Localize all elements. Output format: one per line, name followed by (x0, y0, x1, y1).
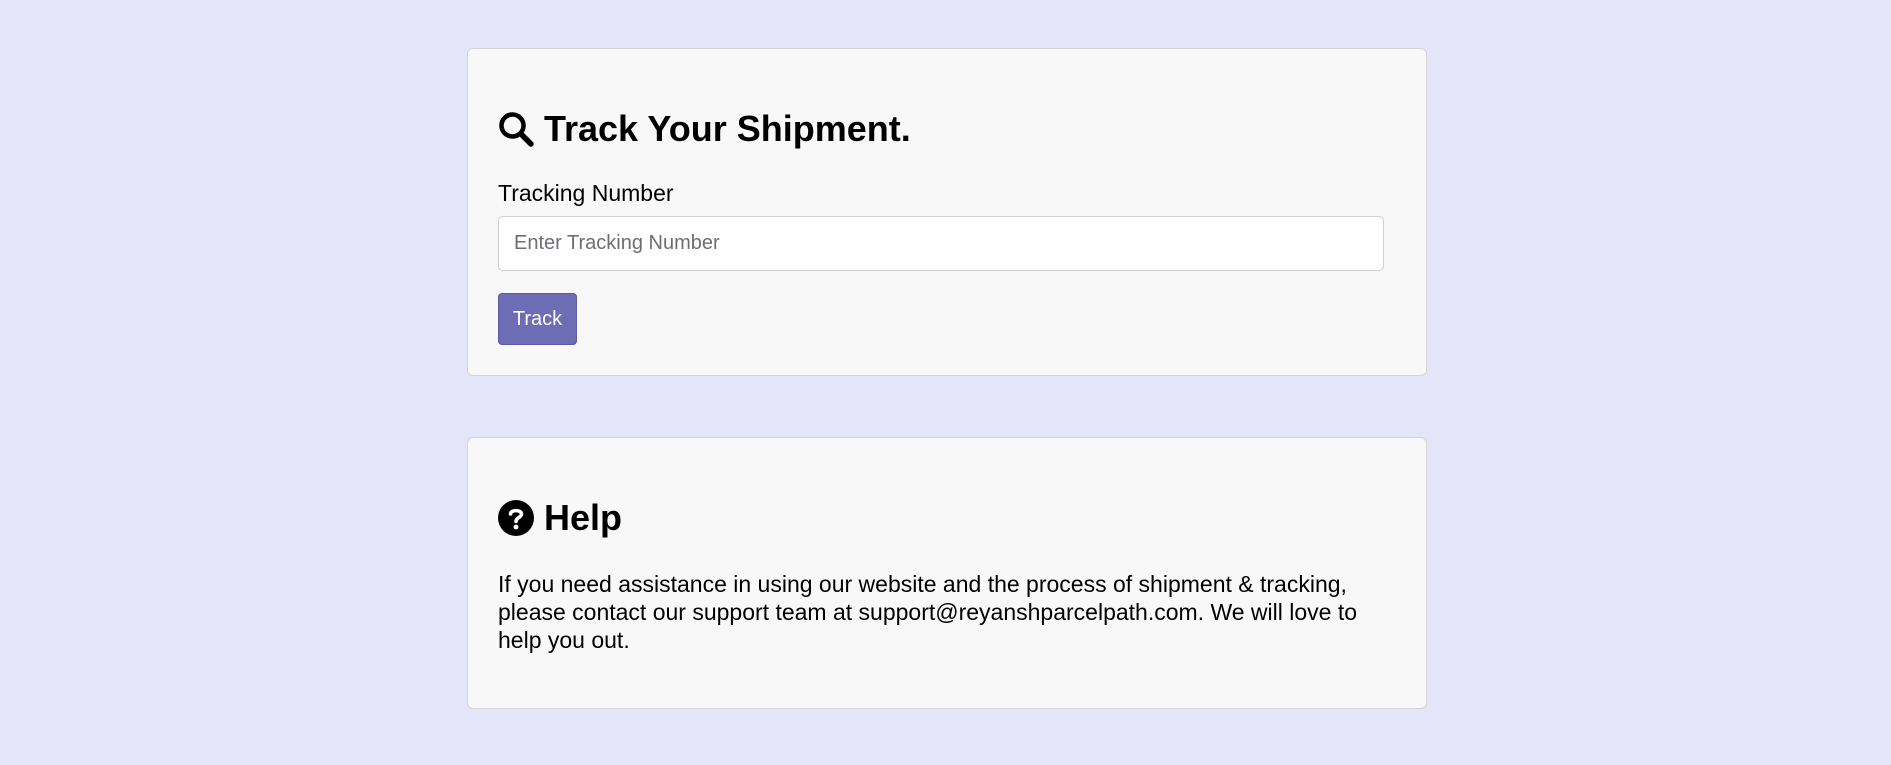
tracking-number-label: Tracking Number (498, 180, 674, 206)
tracking-number-input[interactable] (498, 216, 1384, 271)
search-icon (498, 111, 534, 147)
track-shipment-card: Track Your Shipment. Tracking Number Tra… (467, 48, 1427, 376)
help-heading: Help (498, 498, 622, 538)
help-title: Help (544, 497, 623, 538)
help-text: If you need assistance in using our webs… (498, 571, 1358, 653)
question-circle-icon (498, 500, 534, 536)
track-heading: Track Your Shipment. (498, 109, 911, 149)
track-button[interactable]: Track (498, 293, 577, 345)
track-title: Track Your Shipment. (544, 108, 911, 149)
help-card: Help If you need assistance in using our… (467, 437, 1427, 709)
